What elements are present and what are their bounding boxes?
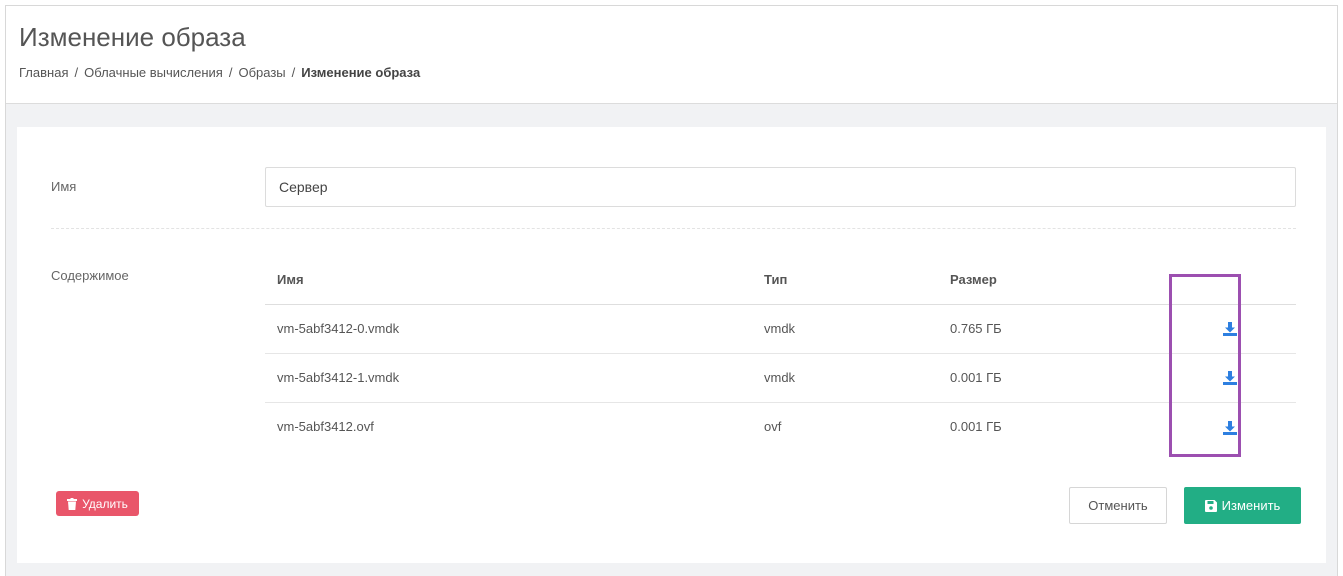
file-type-cell: vmdk <box>752 353 938 403</box>
actions-cell <box>1164 304 1296 354</box>
breadcrumb: Главная / Облачные вычисления / Образы / Измен… <box>19 65 420 80</box>
contents-label: Содержимое <box>51 268 129 283</box>
delete-button[interactable]: Удалить <box>56 491 139 516</box>
breadcrumb-images[interactable]: Образы <box>238 65 285 80</box>
trash-icon <box>67 497 78 510</box>
column-header-actions <box>1164 255 1296 305</box>
table-row: vm-5abf3412-1.vmdk vmdk 0.001 ГБ <box>265 353 1296 403</box>
cancel-button-label: Отменить <box>1088 498 1148 513</box>
page-frame: Изменение образа Главная / Облачные вычисл… <box>5 5 1338 576</box>
form-divider <box>51 228 1296 229</box>
file-type-cell: ovf <box>764 419 782 435</box>
name-label: Имя <box>51 179 77 194</box>
save-button[interactable]: Изменить <box>1184 487 1301 524</box>
save-button-label: Изменить <box>1221 498 1281 513</box>
actions-cell <box>1164 353 1296 403</box>
page-header: Изменение образа Главная / Облачные вычисл… <box>6 6 1337 104</box>
file-size-cell: 0.765 ГБ <box>938 304 1164 354</box>
file-size-cell: 0.001 ГБ <box>950 419 1002 435</box>
actions-cell <box>1164 402 1296 451</box>
table-row: vm-5abf3412-0.vmdk vmdk 0.765 ГБ <box>265 304 1296 354</box>
page-title: Изменение образа <box>19 22 246 52</box>
breadcrumb-separator: / <box>74 65 79 80</box>
file-name-cell: vm-5abf3412.ovf <box>277 419 374 435</box>
breadcrumb-cloud-computing[interactable]: Облачные вычисления <box>84 65 223 80</box>
download-icon[interactable] <box>1223 322 1237 337</box>
cancel-button[interactable]: Отменить <box>1069 487 1167 524</box>
column-header-name: Имя <box>265 255 752 305</box>
file-type-cell: vmdk <box>752 304 938 354</box>
download-icon[interactable] <box>1223 420 1237 435</box>
column-header-type: Тип <box>752 255 938 305</box>
name-input[interactable] <box>265 167 1296 207</box>
table-row: vm-5abf3412.ovf ovf 0.001 ГБ <box>265 402 1296 451</box>
breadcrumb-home[interactable]: Главная <box>19 65 68 80</box>
breadcrumb-separator: / <box>291 65 296 80</box>
delete-button-label: Удалить <box>82 496 128 511</box>
column-header-size: Размер <box>938 255 1164 305</box>
table-header-row: Имя Тип Размер <box>265 255 1296 305</box>
breadcrumb-current: Изменение образа <box>301 65 421 80</box>
save-icon <box>1204 499 1217 512</box>
file-size-cell: 0.001 ГБ <box>938 353 1164 403</box>
download-icon[interactable] <box>1223 371 1237 386</box>
edit-image-card: Имя Содержимое Имя Тип Размер vm-5abf341… <box>17 127 1326 563</box>
breadcrumb-separator: / <box>228 65 233 80</box>
file-name-cell: vm-5abf3412-0.vmdk <box>265 304 752 354</box>
contents-table: Имя Тип Размер vm-5abf3412-0.vmdk vmdk 0… <box>265 255 1296 451</box>
file-name-cell: vm-5abf3412-1.vmdk <box>265 353 752 403</box>
